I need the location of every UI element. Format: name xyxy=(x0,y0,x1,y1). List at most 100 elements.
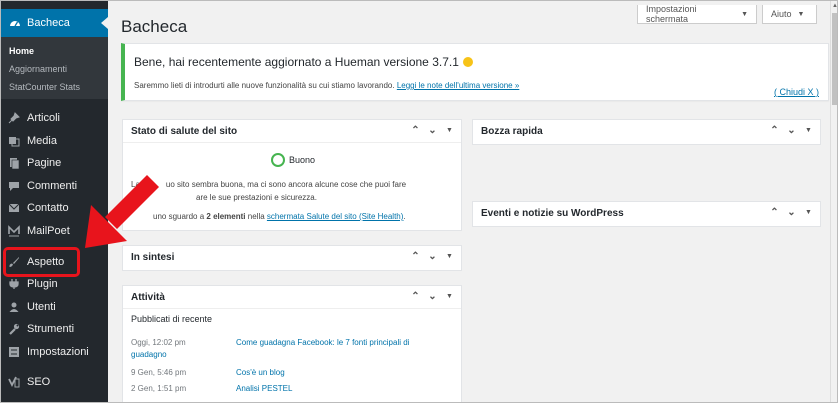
post-link-continued[interactable]: guadagno xyxy=(131,350,167,359)
browser-frame: Bacheca Home Aggiornamenti StatCounter S… xyxy=(0,0,838,403)
toggle-panel-icon[interactable]: ▼ xyxy=(444,125,455,137)
scrollbar-thumb[interactable] xyxy=(832,13,837,105)
sidebar-item-media[interactable]: Media xyxy=(1,130,108,152)
post-link[interactable]: Analisi PESTEL xyxy=(236,384,292,393)
sidebar-item-label: Pagine xyxy=(27,157,62,169)
toggle-panel-icon[interactable]: ▼ xyxy=(803,125,814,137)
mailpoet-icon xyxy=(7,225,21,237)
activity-subtitle: Pubblicati di recente xyxy=(131,314,213,324)
widget-title: Stato di salute del sito xyxy=(131,125,238,137)
sidebar-item-label: MailPoet xyxy=(27,225,70,237)
submenu-item-home[interactable]: Home xyxy=(1,42,108,60)
annotation-highlight-box xyxy=(3,247,80,277)
health-status: Buono xyxy=(271,153,315,167)
dashboard-main: Bacheca Impostazioni schermata ▼ Aiuto ▼ B… xyxy=(108,1,837,402)
move-down-icon[interactable]: ⌄ xyxy=(786,207,797,219)
sidebar-item-commenti[interactable]: Commenti xyxy=(1,175,108,197)
sidebar-item-label: Media xyxy=(27,135,57,147)
events-news-widget: Eventi e notizie su WordPress ⌃ ⌄ ▼ xyxy=(472,201,821,227)
health-text: La xyxy=(131,180,140,189)
release-notes-link[interactable]: Leggi le note dell'ultima versione » xyxy=(397,81,520,90)
health-line-3: uno sguardo a 2 elementi nella schermata… xyxy=(153,210,406,223)
help-button[interactable]: Aiuto ▼ xyxy=(762,5,817,24)
health-text: nella xyxy=(247,212,265,221)
move-up-icon[interactable]: ⌃ xyxy=(410,251,421,263)
page-scrollbar[interactable]: ▲ xyxy=(830,1,837,402)
sidebar-submenu: Home Aggiornamenti StatCounter Stats xyxy=(1,37,108,99)
move-down-icon[interactable]: ⌄ xyxy=(427,251,438,263)
mail-icon xyxy=(7,202,21,214)
toggle-panel-icon[interactable]: ▼ xyxy=(803,207,814,219)
post-date: 2 Gen, 1:51 pm xyxy=(131,384,187,393)
move-up-icon[interactable]: ⌃ xyxy=(410,291,421,303)
notice-dismiss-link[interactable]: ( Chiudi X ) xyxy=(774,87,819,97)
notice-text-body: Saremmo lieti di introdurti alle nuove f… xyxy=(134,81,395,90)
health-text: . xyxy=(403,212,406,221)
sidebar-item-seo[interactable]: SEO xyxy=(1,371,108,393)
screen-options-label: Impostazioni schermata xyxy=(646,4,697,24)
sidebar-item-impostazioni[interactable]: Impostazioni xyxy=(1,341,108,363)
widget-header: Bozza rapida ⌃ ⌄ ▼ xyxy=(473,120,820,143)
widget-title: Attività xyxy=(131,291,165,303)
sidebar-item-label: Bacheca xyxy=(27,17,70,29)
page-title: Bacheca xyxy=(121,17,188,36)
submenu-item-aggiornamenti[interactable]: Aggiornamenti xyxy=(1,60,108,78)
at-a-glance-widget: In sintesi ⌃ ⌄ ▼ xyxy=(122,245,462,271)
widget-header: Eventi e notizie su WordPress ⌃ ⌄ ▼ xyxy=(473,202,820,225)
help-label: Aiuto xyxy=(771,9,792,19)
dashboard-icon xyxy=(9,17,21,29)
comment-icon xyxy=(7,180,21,192)
sidebar-item-label: Utenti xyxy=(27,301,56,313)
widget-controls: ⌃ ⌄ ▼ xyxy=(410,125,455,137)
sidebar-item-strumenti[interactable]: Strumenti xyxy=(1,318,108,340)
sidebar-item-contatto[interactable]: Contatto xyxy=(1,197,108,219)
yoast-icon xyxy=(7,376,21,388)
page-icon xyxy=(7,157,21,169)
plugin-icon xyxy=(7,278,21,290)
activity-row-wrap: guadagno xyxy=(131,350,167,359)
sidebar-item-bacheca[interactable]: Bacheca xyxy=(1,9,108,37)
move-up-icon[interactable]: ⌃ xyxy=(769,125,780,137)
submenu-item-statcounter[interactable]: StatCounter Stats xyxy=(1,78,108,96)
health-line-2: are le sue prestazioni e sicurezza. xyxy=(196,193,317,202)
sidebar-item-label: Impostazioni xyxy=(27,346,89,358)
move-down-icon[interactable]: ⌄ xyxy=(427,125,438,137)
health-line-1: La uo sito sembra buona, ma ci sono ancor… xyxy=(131,178,406,191)
widget-title: Bozza rapida xyxy=(481,126,543,137)
activity-row: 9 Gen, 5:46 pm Cos'è un blog xyxy=(131,368,285,377)
smile-emoji-icon xyxy=(462,57,473,67)
health-text: uo sito sembra buona, ma ci sono ancora … xyxy=(165,180,407,189)
sidebar-item-label: Plugin xyxy=(27,278,58,290)
site-health-link[interactable]: schermata Salute del sito (Site Health) xyxy=(267,212,404,221)
notice-text: Saremmo lieti di introdurti alle nuove f… xyxy=(134,81,519,90)
widget-header: Attività ⌃ ⌄ ▼ xyxy=(123,286,461,309)
sidebar-item-articoli[interactable]: Articoli xyxy=(1,107,108,129)
sidebar-item-pagine[interactable]: Pagine xyxy=(1,152,108,174)
screen-options-button[interactable]: Impostazioni schermata ▼ xyxy=(637,4,757,24)
widget-title: Eventi e notizie su WordPress xyxy=(481,208,624,219)
move-down-icon[interactable]: ⌄ xyxy=(786,125,797,137)
move-up-icon[interactable]: ⌃ xyxy=(769,207,780,219)
sidebar-item-mailpoet[interactable]: MailPoet xyxy=(1,220,108,242)
move-down-icon[interactable]: ⌄ xyxy=(427,291,438,303)
toggle-panel-icon[interactable]: ▼ xyxy=(444,291,455,303)
sidebar-item-label: Commenti xyxy=(27,180,78,192)
activity-row: Oggi, 12:02 pm Come guadagna Facebook: l… xyxy=(131,338,409,347)
toggle-panel-icon[interactable]: ▼ xyxy=(444,251,455,263)
move-up-icon[interactable]: ⌃ xyxy=(410,125,421,137)
activity-widget: Attività ⌃ ⌄ ▼ Pubblicati di recente Oggi,… xyxy=(122,285,462,402)
post-link[interactable]: Cos'è un blog xyxy=(236,368,285,377)
caret-down-icon: ▼ xyxy=(797,10,805,18)
post-link[interactable]: Come guadagna Facebook: le 7 fonti princ… xyxy=(236,338,409,347)
admin-sidebar: Bacheca Home Aggiornamenti StatCounter S… xyxy=(1,1,108,402)
settings-icon xyxy=(7,346,21,358)
sidebar-item-utenti[interactable]: Utenti xyxy=(1,296,108,318)
scroll-up-icon[interactable]: ▲ xyxy=(832,3,837,9)
caret-down-icon: ▼ xyxy=(741,10,748,18)
wrench-icon xyxy=(7,323,21,335)
widget-title: In sintesi xyxy=(131,252,175,263)
widget-header: Stato di salute del sito ⌃ ⌄ ▼ xyxy=(123,120,461,143)
status-ring-icon xyxy=(271,153,285,167)
quick-draft-widget: Bozza rapida ⌃ ⌄ ▼ xyxy=(472,119,821,145)
widget-header: In sintesi ⌃ ⌄ ▼ xyxy=(123,246,461,269)
